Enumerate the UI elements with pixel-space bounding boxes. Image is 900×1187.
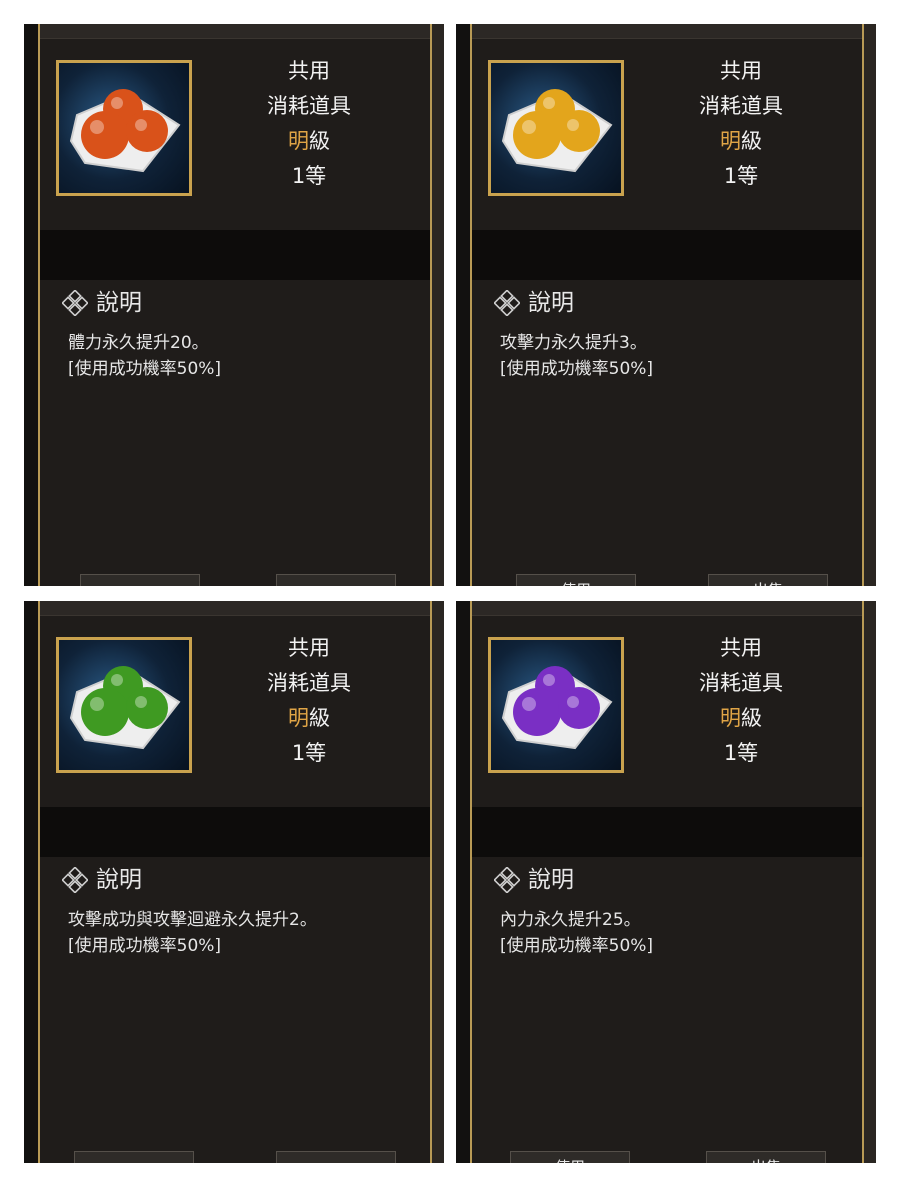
item-category: 共用 [288, 636, 330, 660]
description-heading: 說明 [62, 286, 142, 320]
pill-icon [501, 89, 613, 173]
diamond-ornament-icon [62, 867, 88, 893]
item-description: 體力永久提升20。 [使用成功機率50%] [68, 333, 222, 379]
panel-frame-right [862, 601, 864, 1163]
use-button[interactable]: 使用 [510, 1151, 630, 1163]
item-category: 共用 [720, 59, 762, 83]
diamond-ornament-icon [494, 867, 520, 893]
item-icon-green-pills[interactable] [56, 637, 192, 773]
description-heading: 說明 [62, 863, 142, 897]
sell-button[interactable]: 出售 [708, 574, 828, 586]
diamond-ornament-icon [494, 290, 520, 316]
pill-icon [501, 666, 613, 750]
divider-band [472, 807, 862, 857]
item-level: 1等 [291, 164, 327, 188]
panel-frame-left [38, 24, 40, 586]
divider-band [40, 807, 430, 857]
item-grade: 明級 [288, 129, 330, 153]
item-panel-health-pill: 共用 消耗道具 明級 1等 說明 體力永久提升20。 [使用成功機率50%] [24, 24, 444, 586]
pill-icon [69, 89, 181, 173]
item-info: 共用 消耗道具 明級 1等 [656, 54, 826, 194]
panel-frame-right [430, 601, 432, 1163]
sell-button[interactable]: 出售 [706, 1151, 826, 1163]
item-category: 共用 [288, 59, 330, 83]
item-type: 消耗道具 [267, 671, 351, 695]
item-grade: 明級 [288, 706, 330, 730]
panel-frame-left [470, 601, 472, 1163]
item-panel-inner-power-pill: 共用 消耗道具 明級 1等 說明 內力永久提升25。 [使用成功機率50%] 使… [456, 601, 876, 1163]
item-description: 攻擊成功與攻擊迴避永久提升2。 [使用成功機率50%] [68, 910, 317, 956]
panel-frame-left [470, 24, 472, 586]
item-panel-attack-pill: 共用 消耗道具 明級 1等 說明 攻擊力永久提升3。 [使用成功機率50%] 使… [456, 24, 876, 586]
item-icon-orange-pills[interactable] [56, 60, 192, 196]
panel-frame-left [38, 601, 40, 1163]
item-info: 共用 消耗道具 明級 1等 [224, 631, 394, 771]
panel-frame-right [430, 24, 432, 586]
use-button[interactable] [80, 574, 200, 586]
item-panel-hit-evade-pill: 共用 消耗道具 明級 1等 說明 攻擊成功與攻擊迴避永久提升2。 [使用成功機率… [24, 601, 444, 1163]
item-icon-gold-pills[interactable] [488, 60, 624, 196]
item-info: 共用 消耗道具 明級 1等 [656, 631, 826, 771]
item-type: 消耗道具 [267, 94, 351, 118]
sell-button[interactable] [276, 574, 396, 586]
item-icon-purple-pills[interactable] [488, 637, 624, 773]
pill-icon [69, 666, 181, 750]
use-button[interactable]: 使用 [516, 574, 636, 586]
divider-band [40, 230, 430, 280]
item-type: 消耗道具 [699, 94, 783, 118]
item-info: 共用 消耗道具 明級 1等 [224, 54, 394, 194]
item-level: 1等 [723, 164, 759, 188]
item-type: 消耗道具 [699, 671, 783, 695]
description-heading: 說明 [494, 863, 574, 897]
item-grade: 明級 [720, 129, 762, 153]
use-button[interactable] [74, 1151, 194, 1163]
item-description: 內力永久提升25。 [使用成功機率50%] [500, 910, 654, 956]
description-heading: 說明 [494, 286, 574, 320]
item-level: 1等 [723, 741, 759, 765]
item-grade: 明級 [720, 706, 762, 730]
panel-frame-right [862, 24, 864, 586]
item-category: 共用 [720, 636, 762, 660]
item-level: 1等 [291, 741, 327, 765]
screenshot-grid: 共用 消耗道具 明級 1等 說明 體力永久提升20。 [使用成功機率50%] 共… [0, 0, 900, 1187]
sell-button[interactable] [276, 1151, 396, 1163]
divider-band [472, 230, 862, 280]
item-description: 攻擊力永久提升3。 [使用成功機率50%] [500, 333, 654, 379]
diamond-ornament-icon [62, 290, 88, 316]
